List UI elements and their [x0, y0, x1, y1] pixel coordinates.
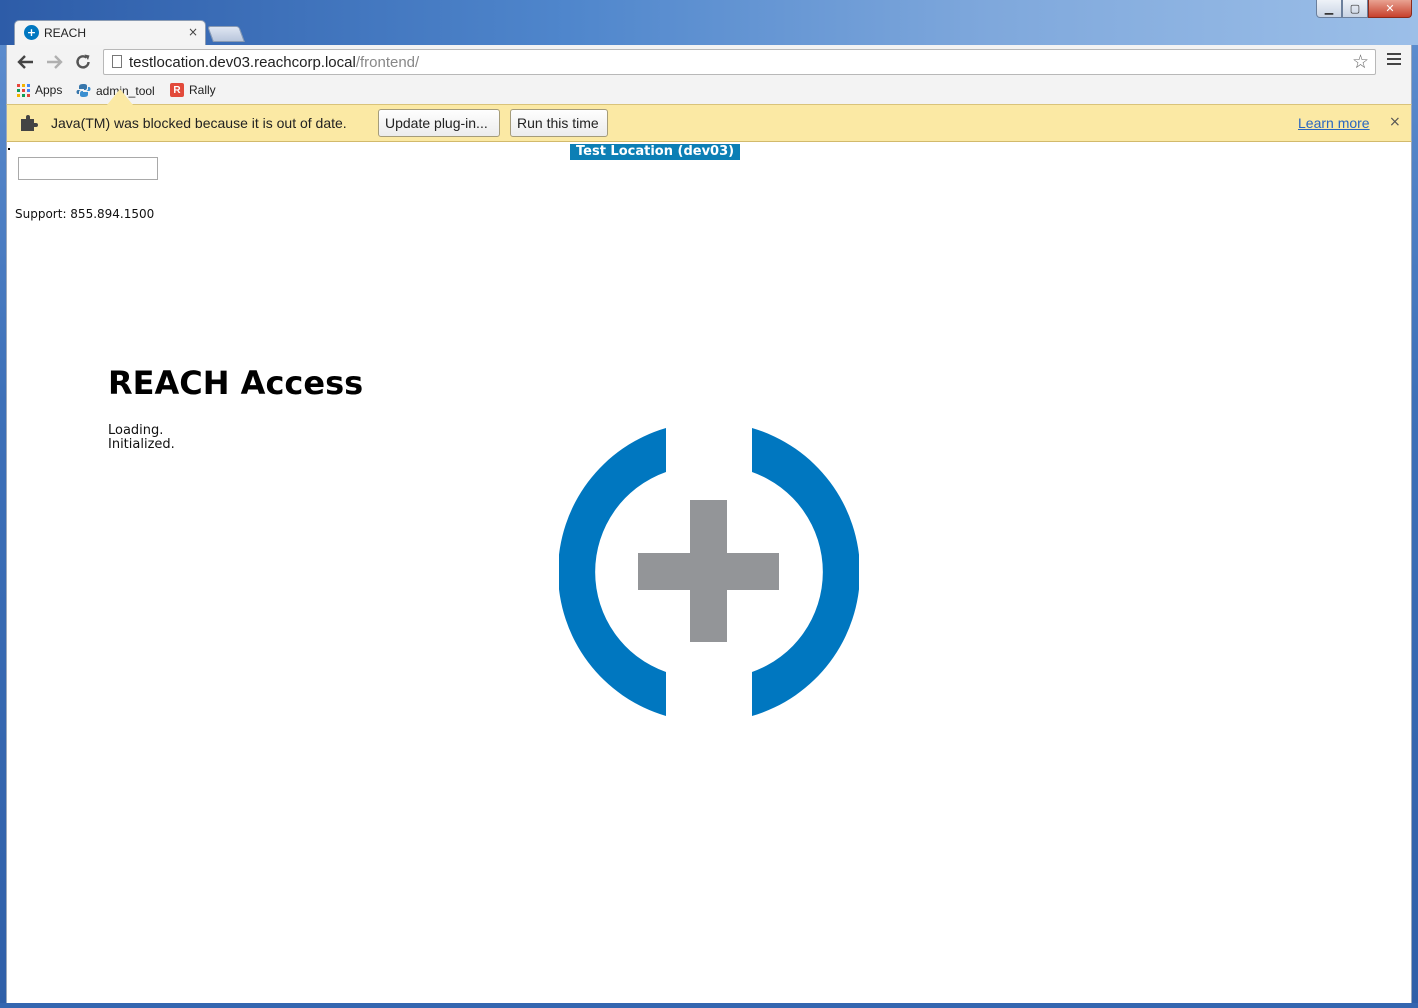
page-title: REACH Access	[108, 364, 364, 402]
reload-icon[interactable]	[72, 52, 94, 72]
browser-toolbar: testlocation.dev03.reachcorp.local/front…	[6, 45, 1412, 79]
reach-favicon-icon: +	[24, 25, 39, 40]
bookmark-label: Rally	[189, 83, 216, 97]
apps-grid-icon	[17, 83, 30, 97]
learn-more-link[interactable]: Learn more	[1298, 115, 1370, 131]
puzzle-piece-icon	[19, 114, 39, 132]
infobar-pointer	[107, 89, 133, 105]
status-line: Loading.	[108, 423, 164, 438]
support-phone: Support: 855.894.1500	[15, 207, 155, 221]
menu-icon[interactable]	[1387, 53, 1401, 68]
reach-logo	[559, 428, 859, 716]
bookmark-rally[interactable]: R Rally	[170, 83, 216, 97]
python-icon	[76, 83, 91, 98]
url-host: testlocation.dev03.reachcorp.local	[129, 54, 356, 71]
run-this-time-button[interactable]: Run this time	[510, 109, 608, 137]
window-close-icon[interactable]: ✕	[1368, 0, 1412, 18]
update-plugin-button[interactable]: Update plug-in...	[378, 109, 500, 137]
bookmarks-bar: Apps admin_tool R Rally	[6, 79, 1412, 104]
tab-close-icon[interactable]: ×	[188, 25, 198, 39]
page-icon	[112, 55, 122, 68]
window-bottom-border	[0, 1003, 1418, 1008]
stray-dot	[8, 148, 10, 150]
maximize-icon[interactable]: ▢	[1342, 0, 1368, 18]
infobar-close-icon[interactable]: ×	[1389, 114, 1401, 130]
bookmark-label: Apps	[35, 83, 63, 97]
bookmark-apps[interactable]: Apps	[17, 83, 62, 97]
forward-arrow-icon[interactable]	[43, 52, 65, 72]
environment-badge: Test Location (dev03)	[570, 144, 741, 160]
status-line: Initialized.	[108, 437, 175, 452]
browser-window: ▁ ▢ ✕ + REACH × testlocation.dev03.reach…	[0, 0, 1418, 1008]
rally-icon: R	[170, 83, 184, 97]
url-text[interactable]: testlocation.dev03.reachcorp.local/front…	[129, 54, 419, 71]
back-arrow-icon[interactable]	[15, 52, 37, 72]
tab-reach[interactable]: + REACH ×	[14, 20, 206, 45]
new-tab-button[interactable]	[207, 26, 245, 42]
url-path: /frontend/	[355, 54, 420, 71]
infobar-message: Java(TM) was blocked because it is out o…	[51, 115, 347, 131]
page-content: Test Location (dev03) Support: 855.894.1…	[6, 142, 1412, 1003]
search-input[interactable]	[18, 157, 158, 180]
window-controls: ▁ ▢ ✕	[1316, 0, 1412, 20]
minimize-icon[interactable]: ▁	[1316, 0, 1342, 18]
address-bar[interactable]: testlocation.dev03.reachcorp.local/front…	[103, 49, 1376, 75]
bookmark-star-icon[interactable]: ☆	[1352, 51, 1369, 73]
plugin-blocked-infobar: Java(TM) was blocked because it is out o…	[6, 89, 1412, 142]
logo-cross-horizontal	[638, 553, 779, 590]
tab-title: REACH	[44, 26, 87, 40]
tab-strip: + REACH ×	[0, 20, 1418, 45]
